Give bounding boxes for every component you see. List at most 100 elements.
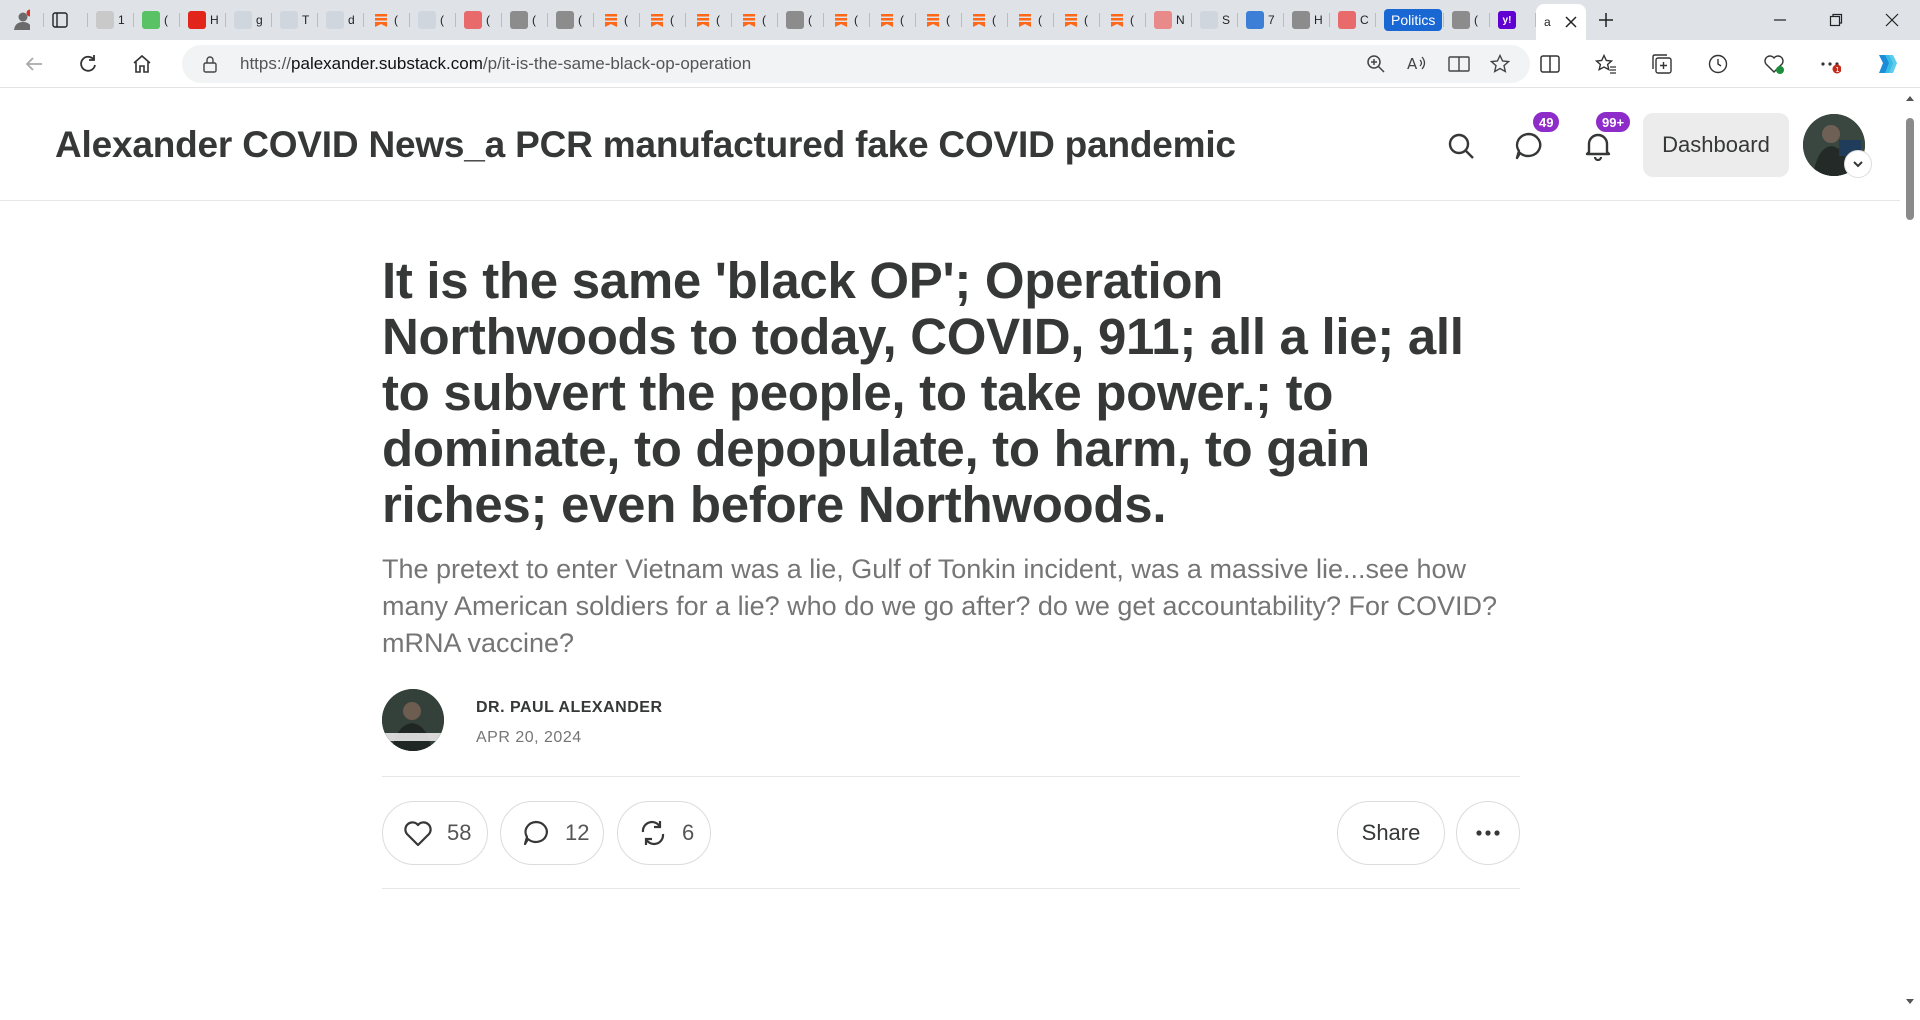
immersive-reader-icon[interactable] — [1448, 54, 1470, 74]
post-title: It is the same 'black OP'; Operation Nor… — [382, 252, 1464, 533]
browser-tab[interactable]: ( — [1054, 5, 1100, 35]
browser-tab[interactable]: ( — [456, 5, 502, 35]
refresh-button[interactable] — [68, 44, 108, 84]
restore-icon[interactable] — [1808, 0, 1864, 40]
tab-title: ( — [532, 13, 536, 27]
favorites-icon[interactable] — [1586, 44, 1626, 84]
minimize-icon[interactable] — [1752, 0, 1808, 40]
comment-icon — [521, 819, 551, 847]
browser-tab[interactable]: ( — [1444, 5, 1490, 35]
browser-tab[interactable]: ( — [594, 5, 640, 35]
share-button[interactable]: Share — [1337, 801, 1445, 865]
performance-icon[interactable] — [1754, 44, 1794, 84]
substack-icon — [1108, 11, 1126, 29]
tab-title: N — [1176, 13, 1185, 27]
substack-icon — [602, 11, 620, 29]
split-screen-icon[interactable] — [1530, 44, 1570, 84]
post-subtitle: The pretext to enter Vietnam was a lie, … — [382, 554, 1498, 658]
divider — [382, 776, 1520, 777]
comment-button[interactable]: 12 — [500, 801, 604, 865]
browser-tab[interactable]: 7 — [1238, 5, 1284, 35]
browser-tab[interactable]: g — [226, 5, 272, 35]
tab-title: ( — [1474, 13, 1478, 27]
site-header: Alexander COVID News_a PCR manufactured … — [0, 88, 1900, 201]
browser-tab[interactable]: H — [1284, 5, 1330, 35]
home-button[interactable] — [122, 44, 162, 84]
heart-icon — [403, 819, 433, 847]
close-tab-icon[interactable] — [1565, 16, 1577, 28]
tab-actions-icon[interactable] — [44, 5, 88, 35]
url-bar[interactable]: https://palexander.substack.com/p/it-is-… — [182, 45, 1530, 83]
tab-list: 1 (Hg Td (((((((((((((((((N S 7 H C Politics (y! a — [0, 0, 1626, 40]
browser-tab[interactable]: T — [272, 5, 318, 35]
scrollbar[interactable] — [1900, 88, 1920, 1020]
lock-icon[interactable] — [202, 55, 218, 73]
close-window-icon[interactable] — [1864, 0, 1920, 40]
chevron-down-icon[interactable] — [1844, 150, 1872, 178]
browser-tab[interactable]: ( — [410, 5, 456, 35]
g-icon — [142, 11, 160, 29]
browser-tab[interactable]: H — [180, 5, 226, 35]
browser-tab[interactable]: ( — [916, 5, 962, 35]
like-count: 58 — [447, 820, 472, 845]
tab-title: a — [1544, 15, 1551, 29]
browser-tab[interactable]: ( — [778, 5, 824, 35]
tab-title: ( — [624, 13, 628, 27]
browser-tab[interactable]: y! — [1490, 5, 1536, 35]
browser-tab[interactable]: ( — [824, 5, 870, 35]
browser-tab[interactable]: ( — [962, 5, 1008, 35]
browser-tab[interactable]: ( — [364, 5, 410, 35]
collections-icon[interactable] — [1642, 44, 1682, 84]
tab-title: C — [1360, 13, 1369, 27]
tab-title: ( — [1038, 13, 1042, 27]
read-aloud-icon[interactable]: A — [1406, 54, 1428, 74]
like-button[interactable]: 58 — [382, 801, 488, 865]
browser-tab[interactable]: C — [1330, 5, 1376, 35]
favorite-star-icon[interactable] — [1490, 54, 1510, 74]
zoom-icon[interactable] — [1366, 54, 1386, 74]
tab-title: ( — [716, 13, 720, 27]
author-avatar[interactable] — [382, 689, 444, 751]
tab-title: ( — [1130, 13, 1134, 27]
lrc-icon — [1200, 11, 1218, 29]
browser-tab[interactable]: 1 — [88, 5, 134, 35]
site-title[interactable]: Alexander COVID News_a PCR manufactured … — [55, 124, 1236, 166]
history-icon[interactable] — [1698, 44, 1738, 84]
profile-icon — [12, 9, 30, 30]
browser-tab[interactable]: d — [318, 5, 364, 35]
browser-tab[interactable]: ( — [640, 5, 686, 35]
back-button[interactable] — [14, 44, 54, 84]
svg-text:A: A — [1407, 55, 1418, 73]
browser-tab[interactable]: ( — [1100, 5, 1146, 35]
author-name[interactable]: DR. PAUL ALEXANDER — [476, 699, 663, 717]
restack-button[interactable]: 6 — [617, 801, 711, 865]
browser-tab[interactable]: N — [1146, 5, 1192, 35]
active-tab[interactable]: a — [1536, 4, 1586, 40]
image-icon — [510, 11, 528, 29]
browser-tab-politics[interactable]: Politics — [1376, 5, 1444, 35]
tab-title: H — [1314, 13, 1323, 27]
new-tab-icon[interactable] — [1586, 5, 1626, 35]
url-text[interactable]: https://palexander.substack.com/p/it-is-… — [240, 54, 751, 74]
copilot-icon[interactable] — [1866, 44, 1906, 84]
browser-tab[interactable]: ( — [732, 5, 778, 35]
page-content: Alexander COVID News_a PCR manufactured … — [0, 88, 1900, 1020]
messages-badge: 49 — [1531, 110, 1562, 134]
browser-tab[interactable]: ( — [686, 5, 732, 35]
more-menu-icon[interactable]: 1 — [1810, 44, 1850, 84]
substack-icon — [878, 11, 896, 29]
browser-tab[interactable]: ( — [134, 5, 180, 35]
tab-title: ( — [578, 13, 582, 27]
browser-tab[interactable]: ( — [548, 5, 594, 35]
dashboard-button[interactable]: Dashboard — [1643, 113, 1789, 177]
search-icon[interactable] — [1439, 124, 1483, 168]
browser-tab[interactable]: S — [1192, 5, 1238, 35]
scrollbar-thumb[interactable] — [1906, 118, 1914, 220]
more-options-icon[interactable] — [1456, 801, 1520, 865]
browser-tab[interactable]: ( — [870, 5, 916, 35]
browser-tab[interactable]: ( — [502, 5, 548, 35]
browser-tab[interactable]: ( — [1008, 5, 1054, 35]
browser-tab[interactable] — [4, 5, 44, 35]
substack-icon — [1062, 11, 1080, 29]
post-article: It is the same 'black OP'; Operation Nor… — [382, 252, 1520, 751]
